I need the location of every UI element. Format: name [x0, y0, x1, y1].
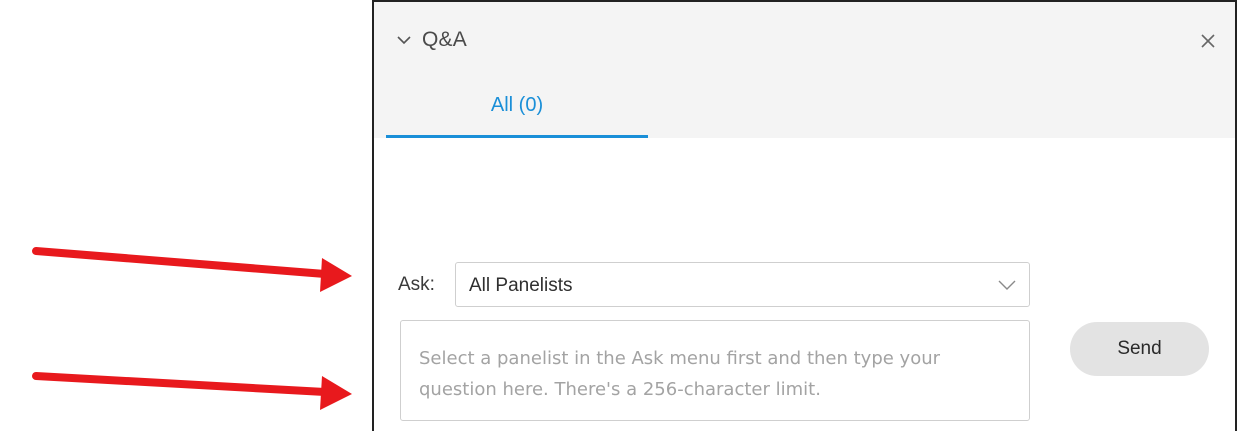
annotation-arrow-question-icon	[32, 372, 352, 410]
close-button[interactable]	[1199, 32, 1217, 50]
tab-all-label: All (0)	[490, 94, 544, 116]
chevron-down-icon	[998, 280, 1016, 290]
ask-dropdown-value: All Panelists	[469, 275, 573, 296]
panel-title: Q&A	[422, 28, 467, 51]
qa-panel: Q&A All (0) Ask: All Panelists Send	[372, 0, 1237, 431]
question-input-container	[400, 320, 1030, 421]
chevron-down-icon[interactable]	[396, 32, 412, 48]
question-input[interactable]	[401, 321, 1029, 420]
qa-panel-header: Q&A All (0)	[374, 2, 1235, 138]
close-icon[interactable]	[1199, 32, 1217, 50]
active-tab-indicator	[386, 135, 648, 138]
ask-label: Ask:	[398, 274, 435, 295]
ask-dropdown[interactable]: All Panelists	[455, 262, 1030, 307]
tab-all[interactable]: All (0)	[386, 88, 648, 138]
panel-title-row[interactable]: Q&A	[396, 28, 467, 52]
send-button[interactable]: Send	[1070, 322, 1209, 376]
